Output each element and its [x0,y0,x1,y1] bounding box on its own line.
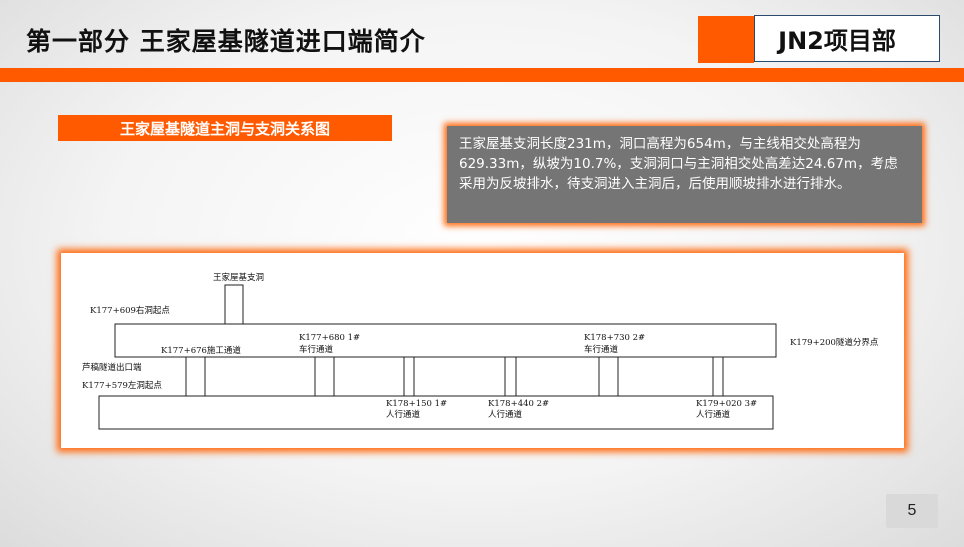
label-pedestrian-1-name: 人行通道 [386,409,421,420]
label-pedestrian-2-name: 人行通道 [488,409,523,420]
connector-construction [185,357,206,396]
label-vehicle-1-station: K177+680 1# [299,333,360,343]
connector-vehicle-1 [314,357,335,396]
label-branch-tunnel: 王家屋基支洞 [213,272,264,283]
branch-tunnel-shaft [224,284,244,325]
connector-pedestrian-3 [712,357,724,396]
header-accent-bar [0,68,964,82]
badge-accent [698,16,754,63]
label-left-portal: K177+579左洞起点 [82,380,162,391]
label-boundary: K179+200隧道分界点 [790,337,879,348]
label-pedestrian-3-name: 人行通道 [696,409,731,420]
label-right-portal: K177+609右洞起点 [90,305,170,316]
connector-pedestrian-1 [403,357,415,396]
connector-pedestrian-2 [504,357,517,396]
page-title: 第一部分 王家屋基隧道进口端简介 [26,27,426,56]
label-vehicle-1-name: 车行通道 [299,344,334,355]
label-exit-end: 芦稿隧道出口端 [82,362,142,373]
label-vehicle-2-station: K178+730 2# [584,333,645,343]
label-pedestrian-3-station: K179+020 3# [696,399,757,409]
label-pedestrian-2-station: K178+440 2# [488,399,549,409]
tunnel-diagram-svg: 王家屋基支洞 K177+609右洞起点 K177+676施工通道 芦稿隧道出口端… [82,272,879,430]
page-number: 5 [886,494,938,528]
section-label: 王家屋基隧道主洞与支洞关系图 [58,115,392,141]
label-construction-passage: K177+676施工通道 [161,345,241,356]
info-box: 王家屋基支洞长度231m，洞口高程为654m，与主线相交处高程为629.33m，… [447,126,922,223]
connector-vehicle-2 [598,357,619,396]
label-pedestrian-1-station: K178+150 1# [386,399,447,409]
tunnel-diagram: 王家屋基支洞 K177+609右洞起点 K177+676施工通道 芦稿隧道出口端… [61,253,904,448]
project-badge: JN2项目部 [754,15,940,62]
label-vehicle-2-name: 车行通道 [584,344,619,355]
